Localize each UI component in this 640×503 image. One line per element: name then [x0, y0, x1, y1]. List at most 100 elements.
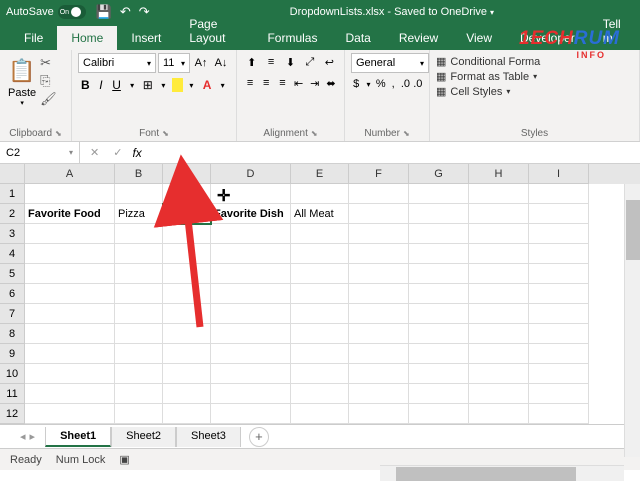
tab-formulas[interactable]: Formulas — [253, 26, 331, 50]
decrease-decimal-icon[interactable]: .0 — [413, 75, 423, 93]
increase-decimal-icon[interactable]: .0 — [400, 75, 410, 93]
format-as-table-button[interactable]: ▦Format as Table▾ — [436, 70, 633, 83]
row-header[interactable]: 5 — [0, 264, 25, 284]
scrollbar-thumb[interactable] — [626, 200, 640, 260]
redo-icon[interactable]: ↷ — [139, 4, 150, 20]
percent-icon[interactable]: % — [376, 75, 386, 93]
row-header[interactable]: 10 — [0, 364, 25, 384]
cell[interactable] — [409, 244, 469, 264]
border-icon[interactable]: ⊞ — [141, 75, 156, 95]
cell[interactable] — [529, 384, 589, 404]
cell[interactable] — [163, 344, 211, 364]
cell[interactable] — [529, 284, 589, 304]
data-validation-dropdown-icon[interactable]: ▾ — [179, 185, 195, 203]
save-icon[interactable]: 💾 — [96, 4, 112, 20]
scrollbar-thumb[interactable] — [396, 467, 576, 481]
cell[interactable] — [163, 204, 211, 224]
row-header[interactable]: 6 — [0, 284, 25, 304]
cell[interactable] — [349, 184, 409, 204]
cell[interactable] — [291, 184, 349, 204]
undo-icon[interactable]: ↶ — [120, 4, 131, 20]
cell[interactable] — [349, 224, 409, 244]
cell[interactable] — [115, 364, 163, 384]
cell[interactable] — [409, 364, 469, 384]
cell[interactable] — [291, 324, 349, 344]
cell[interactable] — [115, 404, 163, 424]
fill-color-icon[interactable] — [172, 78, 183, 92]
cell[interactable] — [163, 384, 211, 404]
tab-developer[interactable]: Developer — [506, 26, 589, 50]
cell[interactable] — [211, 264, 291, 284]
conditional-formatting-button[interactable]: ▦Conditional Forma — [436, 55, 633, 68]
fx-icon[interactable]: fx — [132, 146, 141, 160]
cell[interactable] — [25, 344, 115, 364]
cell[interactable] — [409, 284, 469, 304]
add-sheet-button[interactable]: + — [249, 427, 269, 447]
cell[interactable] — [409, 304, 469, 324]
cell[interactable] — [469, 404, 529, 424]
chevron-down-icon[interactable]: ▾ — [215, 75, 230, 95]
cell[interactable] — [211, 384, 291, 404]
chevron-down-icon[interactable]: ▾ — [20, 99, 24, 107]
cell[interactable]: Pizza — [115, 204, 163, 224]
sheet-tab[interactable]: Sheet1 — [45, 427, 111, 447]
macro-record-icon[interactable]: ▣ — [119, 453, 129, 466]
dialog-launcher-icon[interactable]: ⬊ — [162, 129, 169, 138]
cell[interactable] — [291, 344, 349, 364]
column-header[interactable]: E — [291, 164, 349, 184]
enter-icon[interactable]: ✓ — [109, 146, 126, 159]
column-header[interactable]: D — [211, 164, 291, 184]
tab-view[interactable]: View — [452, 26, 506, 50]
cell[interactable] — [529, 364, 589, 384]
cell-styles-button[interactable]: ▦Cell Styles▾ — [436, 85, 633, 98]
cell[interactable] — [163, 264, 211, 284]
horizontal-scrollbar[interactable] — [380, 465, 624, 481]
cell[interactable] — [349, 244, 409, 264]
font-color-icon[interactable]: A — [200, 75, 215, 95]
tab-home[interactable]: Home — [57, 26, 117, 50]
autosave-toggle[interactable]: AutoSave On — [6, 5, 86, 19]
row-header[interactable]: 11 — [0, 384, 25, 404]
column-header[interactable]: G — [409, 164, 469, 184]
cell[interactable] — [409, 324, 469, 344]
cell[interactable] — [409, 404, 469, 424]
cell[interactable] — [291, 404, 349, 424]
cell[interactable] — [25, 284, 115, 304]
cell[interactable] — [349, 204, 409, 224]
font-name-select[interactable]: Calibri▾ — [78, 53, 156, 73]
cell[interactable] — [469, 224, 529, 244]
column-header[interactable]: C — [163, 164, 211, 184]
row-header[interactable]: 3 — [0, 224, 25, 244]
chevron-down-icon[interactable]: ▾ — [363, 75, 373, 93]
cell[interactable] — [469, 384, 529, 404]
cell[interactable] — [529, 404, 589, 424]
cell[interactable] — [115, 384, 163, 404]
cell[interactable] — [469, 184, 529, 204]
cell[interactable] — [469, 284, 529, 304]
cell[interactable] — [211, 404, 291, 424]
cell[interactable] — [25, 304, 115, 324]
align-center-icon[interactable]: ≡ — [259, 74, 273, 92]
tab-file[interactable]: File — [10, 26, 57, 50]
cell[interactable] — [163, 244, 211, 264]
cell[interactable] — [349, 344, 409, 364]
cell[interactable] — [409, 184, 469, 204]
cell[interactable] — [25, 224, 115, 244]
cell[interactable] — [291, 224, 349, 244]
row-header[interactable]: 1 — [0, 184, 25, 204]
cell[interactable] — [163, 324, 211, 344]
cell[interactable] — [291, 304, 349, 324]
cell[interactable]: Favorite Dish — [211, 204, 291, 224]
wrap-text-icon[interactable]: ↩ — [321, 53, 338, 71]
cell[interactable] — [163, 304, 211, 324]
column-header[interactable]: I — [529, 164, 589, 184]
cell[interactable] — [409, 344, 469, 364]
dialog-launcher-icon[interactable]: ⬊ — [311, 129, 318, 138]
cell[interactable] — [163, 404, 211, 424]
cell[interactable] — [163, 224, 211, 244]
cell[interactable] — [211, 284, 291, 304]
paste-button[interactable]: 📋 Paste ▾ — [6, 53, 38, 109]
cell[interactable] — [529, 324, 589, 344]
formula-bar[interactable]: ✕ ✓ fx — [80, 142, 640, 163]
cell[interactable] — [291, 244, 349, 264]
